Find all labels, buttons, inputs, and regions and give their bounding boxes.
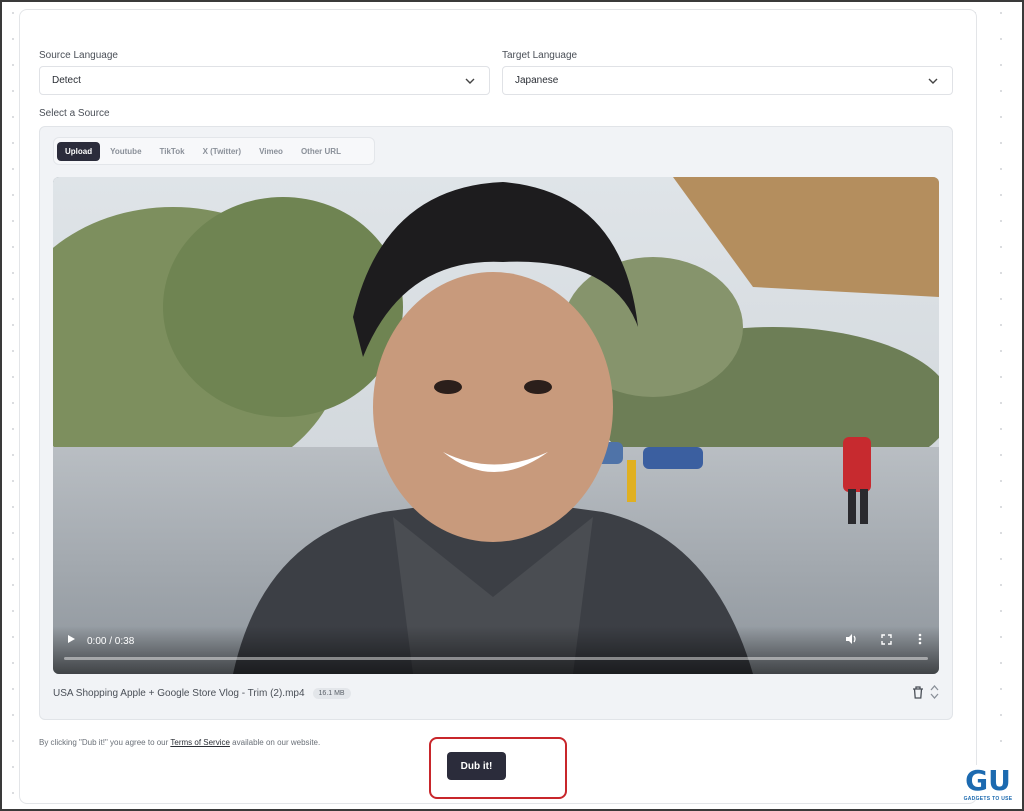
terms-notice: By clicking "Dub it!" you agree to our T… xyxy=(39,738,320,747)
tab-other-url[interactable]: Other URL xyxy=(293,142,349,161)
svg-text:GU: GU xyxy=(965,765,1011,795)
video-player[interactable]: 0:00 / 0:38 xyxy=(53,177,939,674)
terms-prefix: By clicking "Dub it!" you agree to our xyxy=(39,738,171,747)
source-language-select[interactable]: Detect xyxy=(39,66,490,95)
watermark-logo: GU GADGETS TO USE xyxy=(963,765,1013,802)
uploaded-file-row: USA Shopping Apple + Google Store Vlog -… xyxy=(53,684,939,702)
chevron-down-icon xyxy=(463,74,477,88)
tab-x-twitter[interactable]: X (Twitter) xyxy=(195,142,250,161)
tab-vimeo[interactable]: Vimeo xyxy=(251,142,291,161)
more-options-icon[interactable] xyxy=(918,633,922,648)
source-language-value: Detect xyxy=(52,75,81,86)
target-language-value: Japanese xyxy=(515,75,559,86)
play-icon[interactable] xyxy=(66,634,76,647)
time-display: 0:00 / 0:38 xyxy=(87,636,135,647)
dubbing-form-card: Source Language Detect Target Language J… xyxy=(19,9,977,804)
source-tabs: Upload Youtube TikTok X (Twitter) Vimeo … xyxy=(53,137,375,165)
volume-icon[interactable] xyxy=(845,633,857,648)
file-name: USA Shopping Apple + Google Store Vlog -… xyxy=(53,687,305,699)
terms-of-service-link[interactable]: Terms of Service xyxy=(170,738,230,747)
target-language-label: Target Language xyxy=(502,50,578,61)
chevron-down-icon xyxy=(926,74,940,88)
select-source-label: Select a Source xyxy=(39,108,110,119)
tab-upload[interactable]: Upload xyxy=(57,141,101,161)
source-panel: Upload Youtube TikTok X (Twitter) Vimeo … xyxy=(39,126,953,720)
source-language-label: Source Language xyxy=(39,50,118,61)
trash-icon[interactable] xyxy=(912,685,924,702)
tab-tiktok[interactable]: TikTok xyxy=(152,142,193,161)
video-progress-bar[interactable] xyxy=(64,657,928,660)
video-controls: 0:00 / 0:38 xyxy=(53,626,939,674)
reorder-arrows-icon[interactable] xyxy=(930,684,939,703)
terms-suffix: available on our website. xyxy=(229,738,321,747)
file-size-badge: 16.1 MB xyxy=(312,687,351,699)
fullscreen-icon[interactable] xyxy=(881,634,892,648)
video-frame-image xyxy=(53,177,939,674)
target-language-select[interactable]: Japanese xyxy=(502,66,953,95)
tab-youtube[interactable]: Youtube xyxy=(102,142,149,161)
dub-it-button[interactable]: Dub it! xyxy=(447,752,506,780)
